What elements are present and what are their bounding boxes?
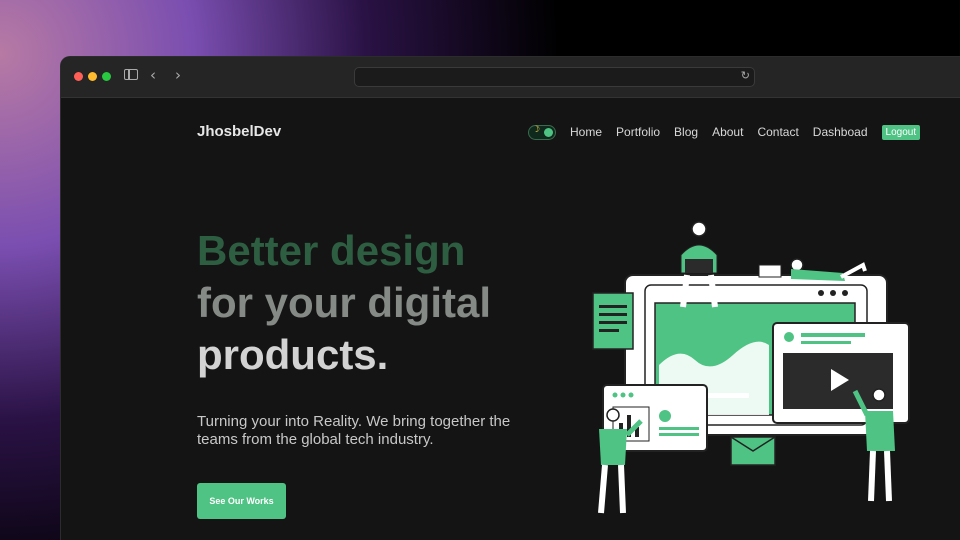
nav-link-home[interactable]: Home bbox=[570, 125, 602, 139]
reload-icon[interactable]: ↻ bbox=[741, 69, 750, 82]
nav-link-about[interactable]: About bbox=[712, 125, 743, 139]
logout-button[interactable]: Logout bbox=[881, 124, 921, 140]
nav-link-dashboard[interactable]: Dashboad bbox=[813, 125, 868, 139]
hero-title-line-3: products. bbox=[197, 331, 389, 378]
sidebar-toggle-icon[interactable] bbox=[124, 69, 138, 80]
browser-window: ‹ › ↻ JhosbelDev ☽ Home Portfolio Blog A… bbox=[61, 57, 960, 540]
theme-toggle[interactable]: ☽ bbox=[528, 124, 556, 140]
main-nav: ☽ Home Portfolio Blog About Contact Dash… bbox=[528, 123, 921, 141]
back-arrow-icon[interactable]: ‹ bbox=[150, 66, 156, 84]
nav-link-contact[interactable]: Contact bbox=[757, 125, 798, 139]
maximize-window-button[interactable] bbox=[102, 72, 111, 81]
forward-arrow-icon[interactable]: › bbox=[175, 66, 181, 84]
minimize-window-button[interactable] bbox=[88, 72, 97, 81]
nav-link-blog[interactable]: Blog bbox=[674, 125, 698, 139]
toggle-knob bbox=[544, 127, 553, 137]
see-our-works-button[interactable]: See Our Works bbox=[197, 483, 286, 519]
hero-title-line-2: for your digital bbox=[197, 279, 491, 326]
hero-illustration bbox=[592, 221, 910, 514]
address-bar[interactable]: ↻ bbox=[354, 67, 755, 87]
hero-title-line-1: Better design bbox=[197, 227, 466, 274]
moon-icon: ☽ bbox=[532, 124, 541, 135]
browser-toolbar: ‹ › ↻ bbox=[61, 57, 960, 98]
site-logo[interactable]: JhosbelDev bbox=[197, 123, 281, 140]
hero-title: Better design for your digital products. bbox=[197, 225, 491, 381]
close-window-button[interactable] bbox=[74, 72, 83, 81]
hero-subtitle: Turning your into Reality. We bring toge… bbox=[197, 413, 511, 448]
nav-link-portfolio[interactable]: Portfolio bbox=[616, 125, 660, 139]
